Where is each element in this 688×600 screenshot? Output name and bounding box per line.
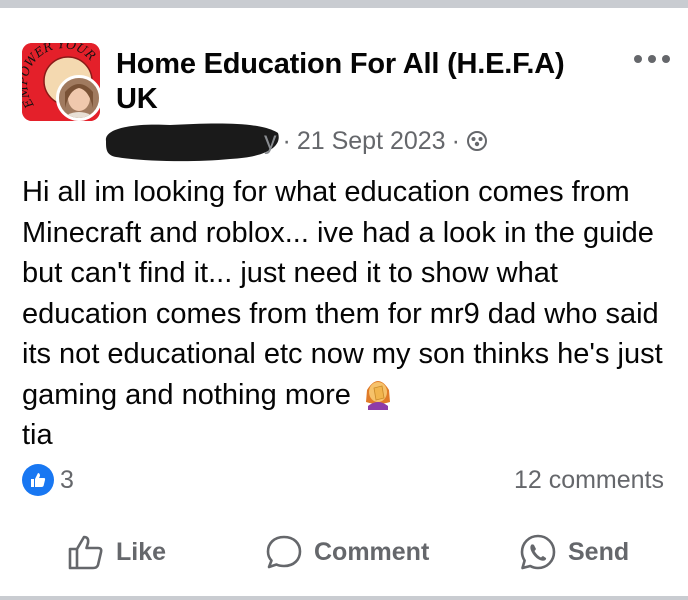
group-name-link[interactable]: Home Education For All (H.E.F.A) UK [116,47,586,117]
author-name-fragment: y [264,126,277,155]
send-label: Send [568,537,630,566]
woman-facepalming-emoji [365,380,390,410]
like-reaction-badge[interactable] [22,464,54,496]
like-button[interactable]: Like [66,530,166,574]
user-avatar[interactable] [56,75,102,121]
whatsapp-send-icon [520,534,556,570]
send-button[interactable]: Send [518,530,629,574]
post-text: Hi all im looking for what education com… [22,176,663,411]
thumbs-up-outline-icon [68,535,103,570]
meta-separator: · [282,126,291,155]
reaction-count[interactable]: 3 [60,465,74,495]
more-options-icon[interactable] [632,52,672,66]
comment-count[interactable]: 12 comments [514,465,664,495]
group-audience-icon [466,131,487,151]
post-meta: y · 21 Sept 2023 · [264,125,488,157]
bottom-divider [0,596,688,600]
comment-button[interactable]: Comment [264,530,429,574]
thumbs-up-icon [31,473,46,487]
meta-separator-2: · [451,126,460,155]
like-label: Like [116,537,167,566]
top-divider [0,0,688,8]
post-date[interactable]: 21 Sept 2023 [297,127,446,156]
comment-label: Comment [314,537,430,566]
comment-bubble-icon [266,535,302,569]
redacted-author-name [105,123,279,162]
profile-photo-icon [59,78,99,118]
post-body: Hi all im looking for what education com… [22,172,672,456]
post-text-end: tia [22,419,53,451]
